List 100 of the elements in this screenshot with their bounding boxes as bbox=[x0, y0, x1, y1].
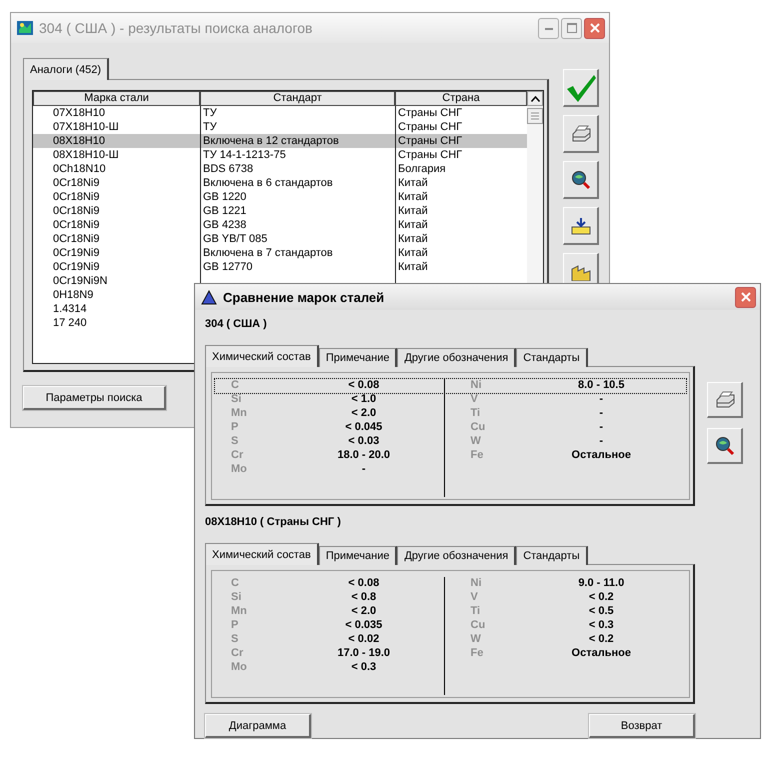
composition-row[interactable]: Mo < 0.3 bbox=[215, 661, 686, 675]
element-symbol: W bbox=[470, 435, 482, 449]
building-icon bbox=[570, 262, 592, 280]
triangle-icon bbox=[201, 290, 217, 304]
table-cell: ТУ bbox=[203, 121, 217, 133]
dialog-button[interactable]: Диаграмма bbox=[205, 714, 311, 738]
composition-row[interactable]: S < 0.02 W < 0.2 bbox=[215, 633, 686, 647]
scroll-up-button[interactable] bbox=[527, 91, 543, 106]
tab[interactable]: Химический состав bbox=[205, 345, 319, 367]
tab[interactable]: Примечание bbox=[318, 348, 398, 367]
app-icon bbox=[17, 20, 33, 36]
element-value: - bbox=[599, 435, 604, 447]
element-value: < 0.02 bbox=[348, 633, 380, 645]
element-symbol: Cr bbox=[230, 647, 244, 661]
element-symbol: Cu bbox=[470, 421, 486, 435]
column-header[interactable]: Страна bbox=[395, 91, 527, 106]
window-title: 304 ( США ) - результаты поиска аналогов bbox=[39, 20, 312, 36]
element-symbol: P bbox=[230, 421, 240, 435]
element-symbol: Si bbox=[230, 393, 242, 407]
composition-row[interactable]: Mo - bbox=[215, 463, 686, 477]
maximize-icon bbox=[566, 23, 576, 33]
table-cell: Страны СНГ bbox=[398, 149, 462, 161]
composition-row[interactable]: Cr 17.0 - 19.0 Fe Остальное bbox=[215, 647, 686, 661]
element-value: < 0.03 bbox=[348, 435, 380, 447]
table-cell: Включена в 7 стандартов bbox=[203, 247, 333, 259]
table-row[interactable]: 08X18H10 Включена в 12 стандартов Страны СНГ bbox=[33, 134, 527, 148]
table-cell: Страны СНГ bbox=[398, 121, 462, 133]
tray-download-icon bbox=[570, 216, 590, 234]
column-header[interactable]: Марка стали bbox=[33, 91, 200, 106]
table-cell: GB 4238 bbox=[203, 219, 246, 231]
table-cell: 07X18H10-Ш bbox=[53, 121, 119, 133]
element-value: < 0.3 bbox=[351, 661, 376, 673]
composition-row[interactable]: Si < 0.8 V < 0.2 bbox=[215, 591, 686, 605]
table-cell: Китай bbox=[398, 191, 428, 203]
composition-row[interactable]: Si < 1.0 V - bbox=[215, 393, 686, 407]
tab[interactable]: Стандарты bbox=[516, 546, 588, 565]
search-button[interactable] bbox=[563, 161, 599, 199]
composition-row[interactable]: P < 0.045 Cu - bbox=[215, 421, 686, 435]
scroll-thumb[interactable] bbox=[527, 108, 543, 124]
table-cell: GB 1221 bbox=[203, 205, 246, 217]
composition-row[interactable]: Cr 18.0 - 20.0 Fe Остальное bbox=[215, 449, 686, 463]
tab[interactable]: Стандарты bbox=[516, 348, 588, 367]
search-parameters-button[interactable]: Параметры поиска bbox=[23, 386, 166, 410]
composition-row[interactable]: P < 0.035 Cu < 0.3 bbox=[215, 619, 686, 633]
element-symbol: S bbox=[230, 633, 240, 647]
search-icon bbox=[714, 436, 734, 456]
element-symbol: S bbox=[230, 435, 240, 449]
element-symbol: Fe bbox=[470, 449, 484, 463]
tab[interactable]: Другие обозначения bbox=[397, 546, 516, 565]
table-cell: GB YB/T 085 bbox=[203, 233, 268, 245]
composition-row[interactable]: Mn < 2.0 Ti < 0.5 bbox=[215, 605, 686, 619]
element-symbol: P bbox=[230, 619, 240, 633]
close-icon bbox=[590, 23, 600, 33]
composition-row[interactable]: S < 0.03 W - bbox=[215, 435, 686, 449]
element-value: 8.0 - 10.5 bbox=[578, 379, 624, 391]
table-cell: 0Cr18Ni9 bbox=[53, 191, 100, 203]
tab[interactable]: Другие обозначения bbox=[397, 348, 516, 367]
element-value: Остальное bbox=[572, 647, 631, 659]
print-button[interactable] bbox=[707, 382, 743, 418]
composition-row[interactable]: C < 0.08 Ni 9.0 - 11.0 bbox=[215, 577, 686, 591]
element-symbol: W bbox=[470, 633, 482, 647]
element-value: < 0.8 bbox=[351, 591, 376, 603]
table-cell: 0Cr18Ni9 bbox=[53, 219, 100, 231]
table-cell: Китай bbox=[398, 233, 428, 245]
table-cell: GB 1220 bbox=[203, 191, 246, 203]
window-title: Сравнение марок сталей bbox=[223, 290, 384, 304]
caret-up-icon bbox=[530, 96, 540, 102]
tab[interactable]: Примечание bbox=[318, 546, 398, 565]
element-symbol: V bbox=[470, 591, 479, 605]
element-symbol: Si bbox=[230, 591, 242, 605]
table-cell: Включена в 6 стандартов bbox=[203, 177, 333, 189]
element-value: < 0.2 bbox=[588, 633, 614, 645]
element-value: < 0.045 bbox=[345, 421, 382, 433]
composition-row[interactable]: Mn < 2.0 Ti - bbox=[215, 407, 686, 421]
element-symbol: Fe bbox=[470, 647, 484, 661]
steel-grade-heading: 08X18H10 ( Страны СНГ ) bbox=[205, 516, 342, 530]
table-cell: BDS 6738 bbox=[203, 163, 254, 175]
table-cell: ТУ bbox=[203, 107, 217, 119]
search-button[interactable] bbox=[707, 428, 743, 464]
composition-row[interactable]: C < 0.08 Ni 8.0 - 10.5 bbox=[215, 379, 686, 393]
element-value: 9.0 - 11.0 bbox=[578, 577, 624, 589]
element-value: - bbox=[599, 421, 604, 433]
element-value: - bbox=[362, 463, 366, 475]
element-value: < 1.0 bbox=[351, 393, 376, 405]
tab[interactable]: Аналоги (452) bbox=[23, 58, 110, 80]
element-symbol: Cr bbox=[230, 449, 244, 463]
ok-button[interactable] bbox=[563, 69, 599, 107]
element-symbol: Ni bbox=[470, 379, 482, 393]
column-header[interactable]: Стандарт bbox=[200, 91, 395, 106]
import-button[interactable] bbox=[563, 207, 599, 245]
element-value: < 0.08 bbox=[348, 577, 380, 589]
table-cell: 0Cr18Ni9 bbox=[53, 233, 100, 245]
tab[interactable]: Химический состав bbox=[205, 543, 319, 565]
element-value: < 0.08 bbox=[348, 379, 380, 391]
element-symbol: Mn bbox=[230, 605, 248, 619]
print-button[interactable] bbox=[563, 115, 599, 153]
table-cell: Китай bbox=[398, 247, 428, 259]
element-value: - bbox=[599, 407, 604, 419]
dialog-button[interactable]: Возврат bbox=[589, 714, 695, 738]
close-button[interactable] bbox=[735, 286, 756, 308]
